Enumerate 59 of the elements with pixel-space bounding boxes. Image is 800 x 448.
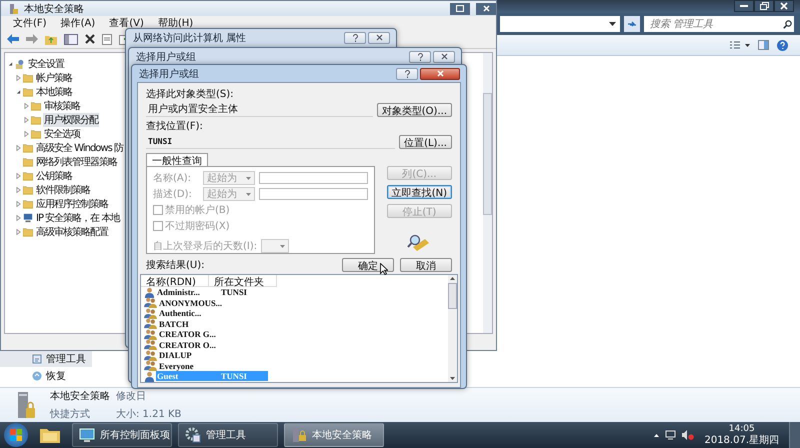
checkbox-label: 禁用的帐户(B)	[165, 204, 230, 217]
taskbar-button[interactable]: 本地安全策略	[284, 423, 384, 447]
result-row[interactable]: Authentic...	[158, 308, 270, 318]
field-label: 名称(A):	[153, 172, 192, 185]
nav-item[interactable]: 管理工具	[0, 351, 92, 367]
tree-item[interactable]: 应用程序控制策略	[35, 197, 109, 211]
results-label: 搜索结果(U):	[146, 258, 204, 272]
field-label: 选择此对象类型(S):	[146, 88, 235, 101]
menu-item[interactable]: 帮助(H)	[158, 16, 194, 30]
tree-item[interactable]: 安全选项	[43, 127, 81, 141]
tree-item[interactable]: 帐户策略	[35, 71, 73, 85]
column-header[interactable]: 所在文件夹	[209, 275, 277, 287]
field-label: 自上次登录后的天数(I):	[153, 240, 258, 253]
dialog-title: 选择用户或组	[136, 50, 196, 64]
taskbar-button[interactable]: 所有控制面板项	[72, 423, 172, 447]
cancel-button[interactable]: 取消	[400, 258, 452, 272]
location-field: TUNSI	[146, 135, 396, 149]
result-row[interactable]: CREATOR O...	[158, 340, 270, 350]
dialog-button[interactable]: 立即查找(N)	[386, 185, 452, 199]
tree-item[interactable]: 高级审核策略配置	[35, 225, 109, 239]
object-type-field: 用户或内置安全主体	[146, 103, 373, 117]
result-row[interactable]: Administr... TUNSI	[156, 287, 268, 298]
ok-button[interactable]: 确定	[342, 258, 394, 272]
column-header[interactable]: 名称(RDN)	[141, 275, 209, 287]
file-type: 快捷方式	[50, 408, 91, 421]
tree-item[interactable]: 审核策略	[43, 99, 81, 113]
result-row[interactable]: ANONYMOUS...	[158, 298, 270, 308]
result-row[interactable]: CREATOR G...	[158, 329, 270, 340]
locations-button[interactable]: 位置(L)...	[399, 135, 452, 149]
tree-item[interactable]: 公钥策略	[35, 169, 73, 183]
window-title: 本地安全策略	[24, 2, 84, 16]
tree-item[interactable]: 用户权限分配	[43, 113, 99, 127]
checkbox-label: 不过期密码(X)	[165, 220, 230, 233]
tree-item[interactable]: 高级安全 Windows 防	[35, 141, 124, 155]
file-name: 本地安全策略	[50, 390, 110, 403]
search-field[interactable]: 搜索 管理工具	[644, 16, 780, 32]
tree-item[interactable]: 网络列表管理器策略	[35, 155, 118, 169]
tree-item[interactable]: IP 安全策略，在 本地	[35, 211, 120, 225]
tab[interactable]: 一般性查询	[146, 153, 208, 166]
modified-label: 修改日	[116, 390, 147, 403]
menu-item[interactable]: 文件(F)	[13, 16, 47, 30]
tree-item[interactable]: 软件限制策略	[35, 183, 91, 197]
nav-item[interactable]: 恢复	[0, 368, 92, 384]
menu-item[interactable]: 查看(V)	[109, 16, 144, 30]
field-label: 描述(D):	[153, 188, 193, 201]
tree-item[interactable]: 安全设置	[27, 57, 65, 71]
object-types-button[interactable]: 对象类型(O)...	[376, 103, 452, 117]
file-size: 大小: 1.21 KB	[116, 408, 182, 421]
result-row[interactable]: Everyone	[158, 360, 270, 371]
menu-item[interactable]: 操作(A)	[60, 16, 96, 30]
dialog-title: 从网络访问此计算机 属性	[133, 32, 246, 44]
result-row[interactable]: BATCH	[158, 318, 270, 329]
clock-time[interactable]: 14:05	[728, 424, 755, 435]
taskbar-button[interactable]: 管理工具	[178, 423, 278, 447]
tree-item[interactable]: 本地策略	[35, 85, 73, 99]
clock-date[interactable]: 2018.07.星期四	[704, 435, 779, 446]
field-label: 查找位置(F):	[146, 120, 204, 133]
dialog-title: 选择用户或组	[139, 68, 199, 80]
result-row[interactable]: DIALUP	[158, 350, 270, 360]
